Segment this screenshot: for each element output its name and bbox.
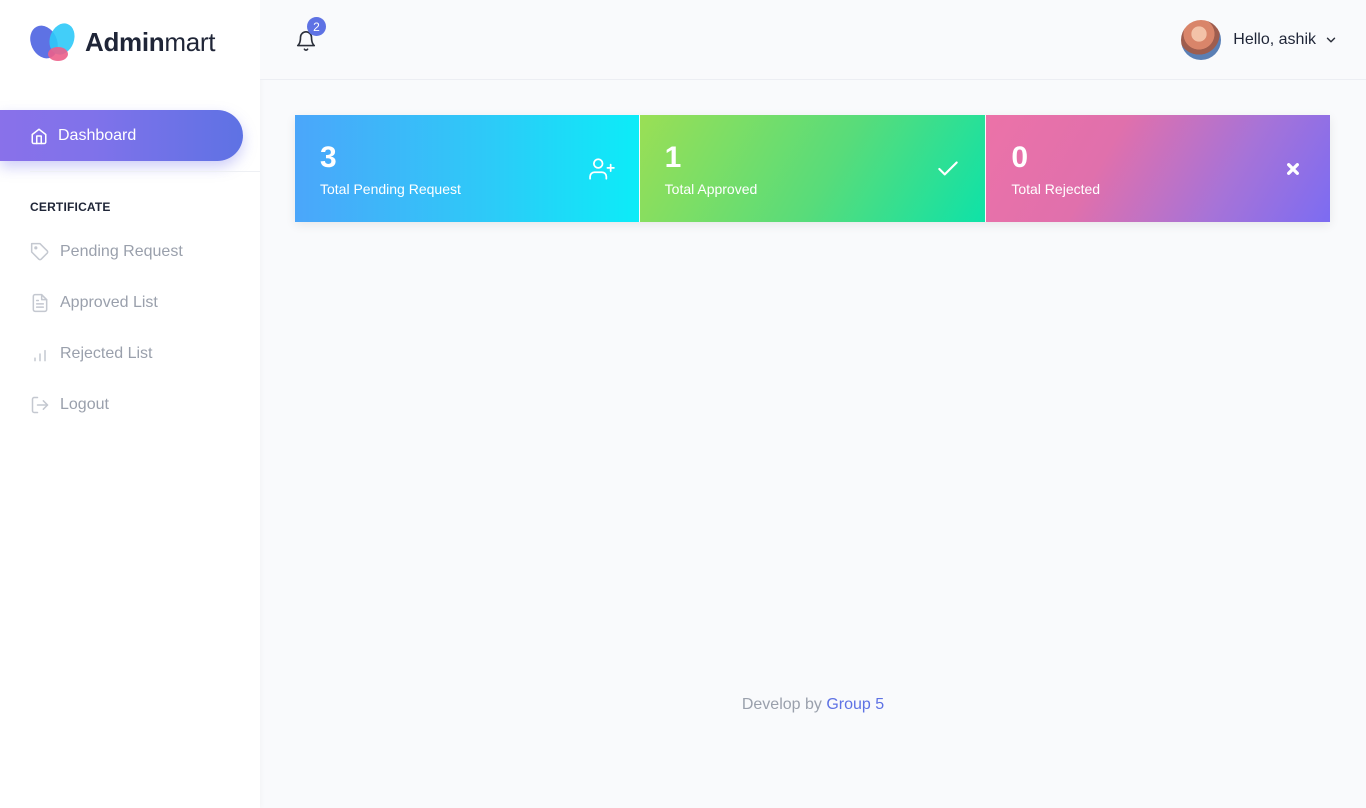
sidebar-item-label: Pending Request [60, 243, 183, 260]
sidebar-item-dashboard[interactable]: Dashboard [0, 110, 243, 161]
sidebar-item-approved-list[interactable]: Approved List [30, 291, 158, 315]
stat-value: 0 [1011, 141, 1029, 174]
stat-value: 1 [664, 141, 682, 174]
close-icon [1287, 163, 1299, 175]
stat-card-approved: 1 Total Approved [639, 115, 986, 222]
stats-cards: 3 Total Pending Request 1 Total Approved… [295, 115, 1331, 222]
sidebar-item-label: Logout [60, 396, 109, 413]
sidebar: Adminmart Dashboard CERTIFICATE Pending … [0, 0, 260, 808]
user-menu[interactable]: Hello, ashik [1181, 20, 1338, 60]
stat-card-rejected: 0 Total Rejected [986, 115, 1331, 222]
sidebar-section-label: CERTIFICATE [30, 200, 111, 214]
logout-icon [31, 396, 49, 414]
chevron-down-icon [1326, 37, 1336, 43]
top-bar: 2 Hello, ashik [260, 0, 1366, 80]
user-plus-icon [588, 158, 615, 180]
stat-label: Total Approved [664, 181, 758, 197]
footer-group-link[interactable]: Group 5 [826, 696, 884, 713]
stat-card-pending: 3 Total Pending Request [295, 115, 639, 222]
sidebar-divider [30, 171, 260, 172]
sidebar-item-rejected-list[interactable]: Rejected List [30, 342, 153, 366]
home-icon [31, 128, 47, 144]
avatar [1181, 20, 1222, 60]
document-icon [32, 293, 48, 313]
stat-label: Total Pending Request [320, 181, 461, 197]
butterfly-logo-icon [30, 22, 76, 62]
check-icon [938, 161, 959, 176]
footer-prefix: Develop by [741, 696, 822, 713]
footer: Develop by Group 5 [260, 696, 1366, 714]
sidebar-item-label: Dashboard [58, 126, 137, 144]
sidebar-item-label: Approved List [60, 294, 158, 311]
brand-name: Adminmart [85, 26, 216, 57]
sidebar-item-logout[interactable]: Logout [30, 393, 109, 417]
sidebar-item-pending-request[interactable]: Pending Request [30, 240, 183, 264]
stat-value: 3 [320, 141, 337, 174]
tag-icon [30, 242, 49, 261]
stat-label: Total Rejected [1011, 181, 1101, 197]
sidebar-item-label: Rejected List [60, 345, 153, 362]
user-greeting: Hello, ashik [1233, 31, 1316, 48]
bar-chart-icon [34, 349, 46, 362]
notification-count-badge: 2 [307, 17, 326, 36]
brand-logo[interactable]: Adminmart [30, 22, 216, 62]
